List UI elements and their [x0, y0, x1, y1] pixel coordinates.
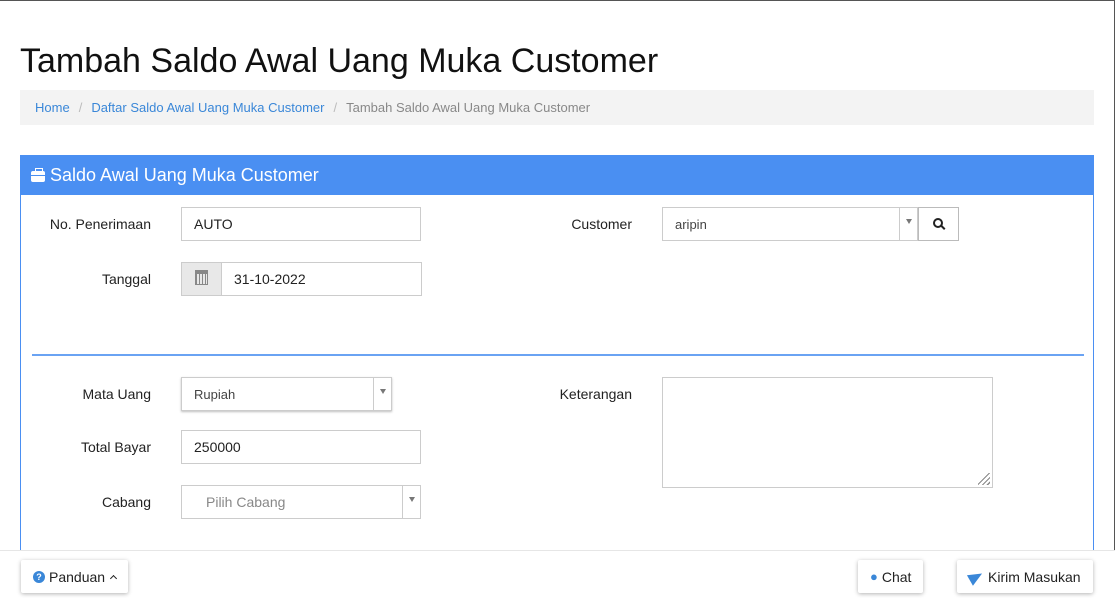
tanggal-label: Tanggal: [101, 271, 151, 287]
paper-plane-icon: [966, 567, 986, 586]
customer-select[interactable]: aripin: [662, 207, 918, 241]
total-bayar-input[interactable]: 250000: [181, 430, 421, 464]
chat-icon: ●: [870, 569, 878, 584]
cabang-placeholder: Pilih Cabang: [206, 494, 286, 510]
chevron-up-icon: [110, 574, 118, 582]
chevron-down-icon: [373, 378, 391, 410]
question-circle-icon: ?: [33, 570, 45, 583]
calendar-icon: [195, 270, 208, 285]
panel-title: Saldo Awal Uang Muka Customer: [50, 165, 319, 185]
form-panel: Saldo Awal Uang Muka Customer No. Peneri…: [20, 155, 1094, 555]
tanggal-input[interactable]: 31-10-2022: [221, 262, 422, 296]
breadcrumb-list-link[interactable]: Daftar Saldo Awal Uang Muka Customer: [91, 100, 324, 115]
mata-uang-label: Mata Uang: [82, 386, 151, 402]
keterangan-textarea[interactable]: [662, 377, 993, 488]
section-divider: [32, 354, 1084, 356]
customer-value: aripin: [675, 216, 707, 232]
cabang-select[interactable]: Pilih Cabang: [181, 485, 421, 519]
chevron-down-icon: [402, 486, 420, 518]
briefcase-icon: [31, 168, 45, 182]
search-icon: [932, 218, 943, 228]
total-bayar-label: Total Bayar: [80, 439, 151, 455]
mata-uang-value: Rupiah: [194, 386, 236, 402]
page-title: Tambah Saldo Awal Uang Muka Customer: [20, 42, 659, 80]
no-penerimaan-input[interactable]: AUTO: [181, 207, 421, 241]
keterangan-label: Keterangan: [559, 386, 632, 402]
bottom-bar: ? Panduan ● Chat Kirim Masukan: [0, 550, 1115, 598]
breadcrumb-home-link[interactable]: Home: [35, 100, 70, 115]
panduan-label: Panduan: [49, 568, 106, 585]
panduan-button[interactable]: ? Panduan: [21, 560, 129, 593]
kirim-masukan-button[interactable]: Kirim Masukan: [957, 560, 1093, 593]
breadcrumb: Home / Daftar Saldo Awal Uang Muka Custo…: [20, 90, 1094, 125]
chat-button[interactable]: ● Chat: [858, 560, 924, 593]
no-penerimaan-label: No. Penerimaan: [49, 216, 151, 232]
cabang-label: Cabang: [101, 494, 151, 510]
breadcrumb-current: Tambah Saldo Awal Uang Muka Customer: [346, 100, 591, 115]
chevron-down-icon: [899, 208, 917, 240]
calendar-button[interactable]: [181, 262, 222, 296]
breadcrumb-separator: /: [333, 100, 338, 115]
resize-handle[interactable]: [978, 473, 990, 485]
customer-label: Customer: [571, 216, 632, 232]
breadcrumb-separator: /: [78, 100, 83, 115]
customer-search-button[interactable]: [918, 207, 959, 241]
panel-heading: Saldo Awal Uang Muka Customer: [21, 156, 1093, 195]
chat-label: Chat: [881, 568, 912, 585]
kirim-masukan-label: Kirim Masukan: [988, 568, 1081, 585]
mata-uang-select[interactable]: Rupiah: [181, 377, 392, 411]
